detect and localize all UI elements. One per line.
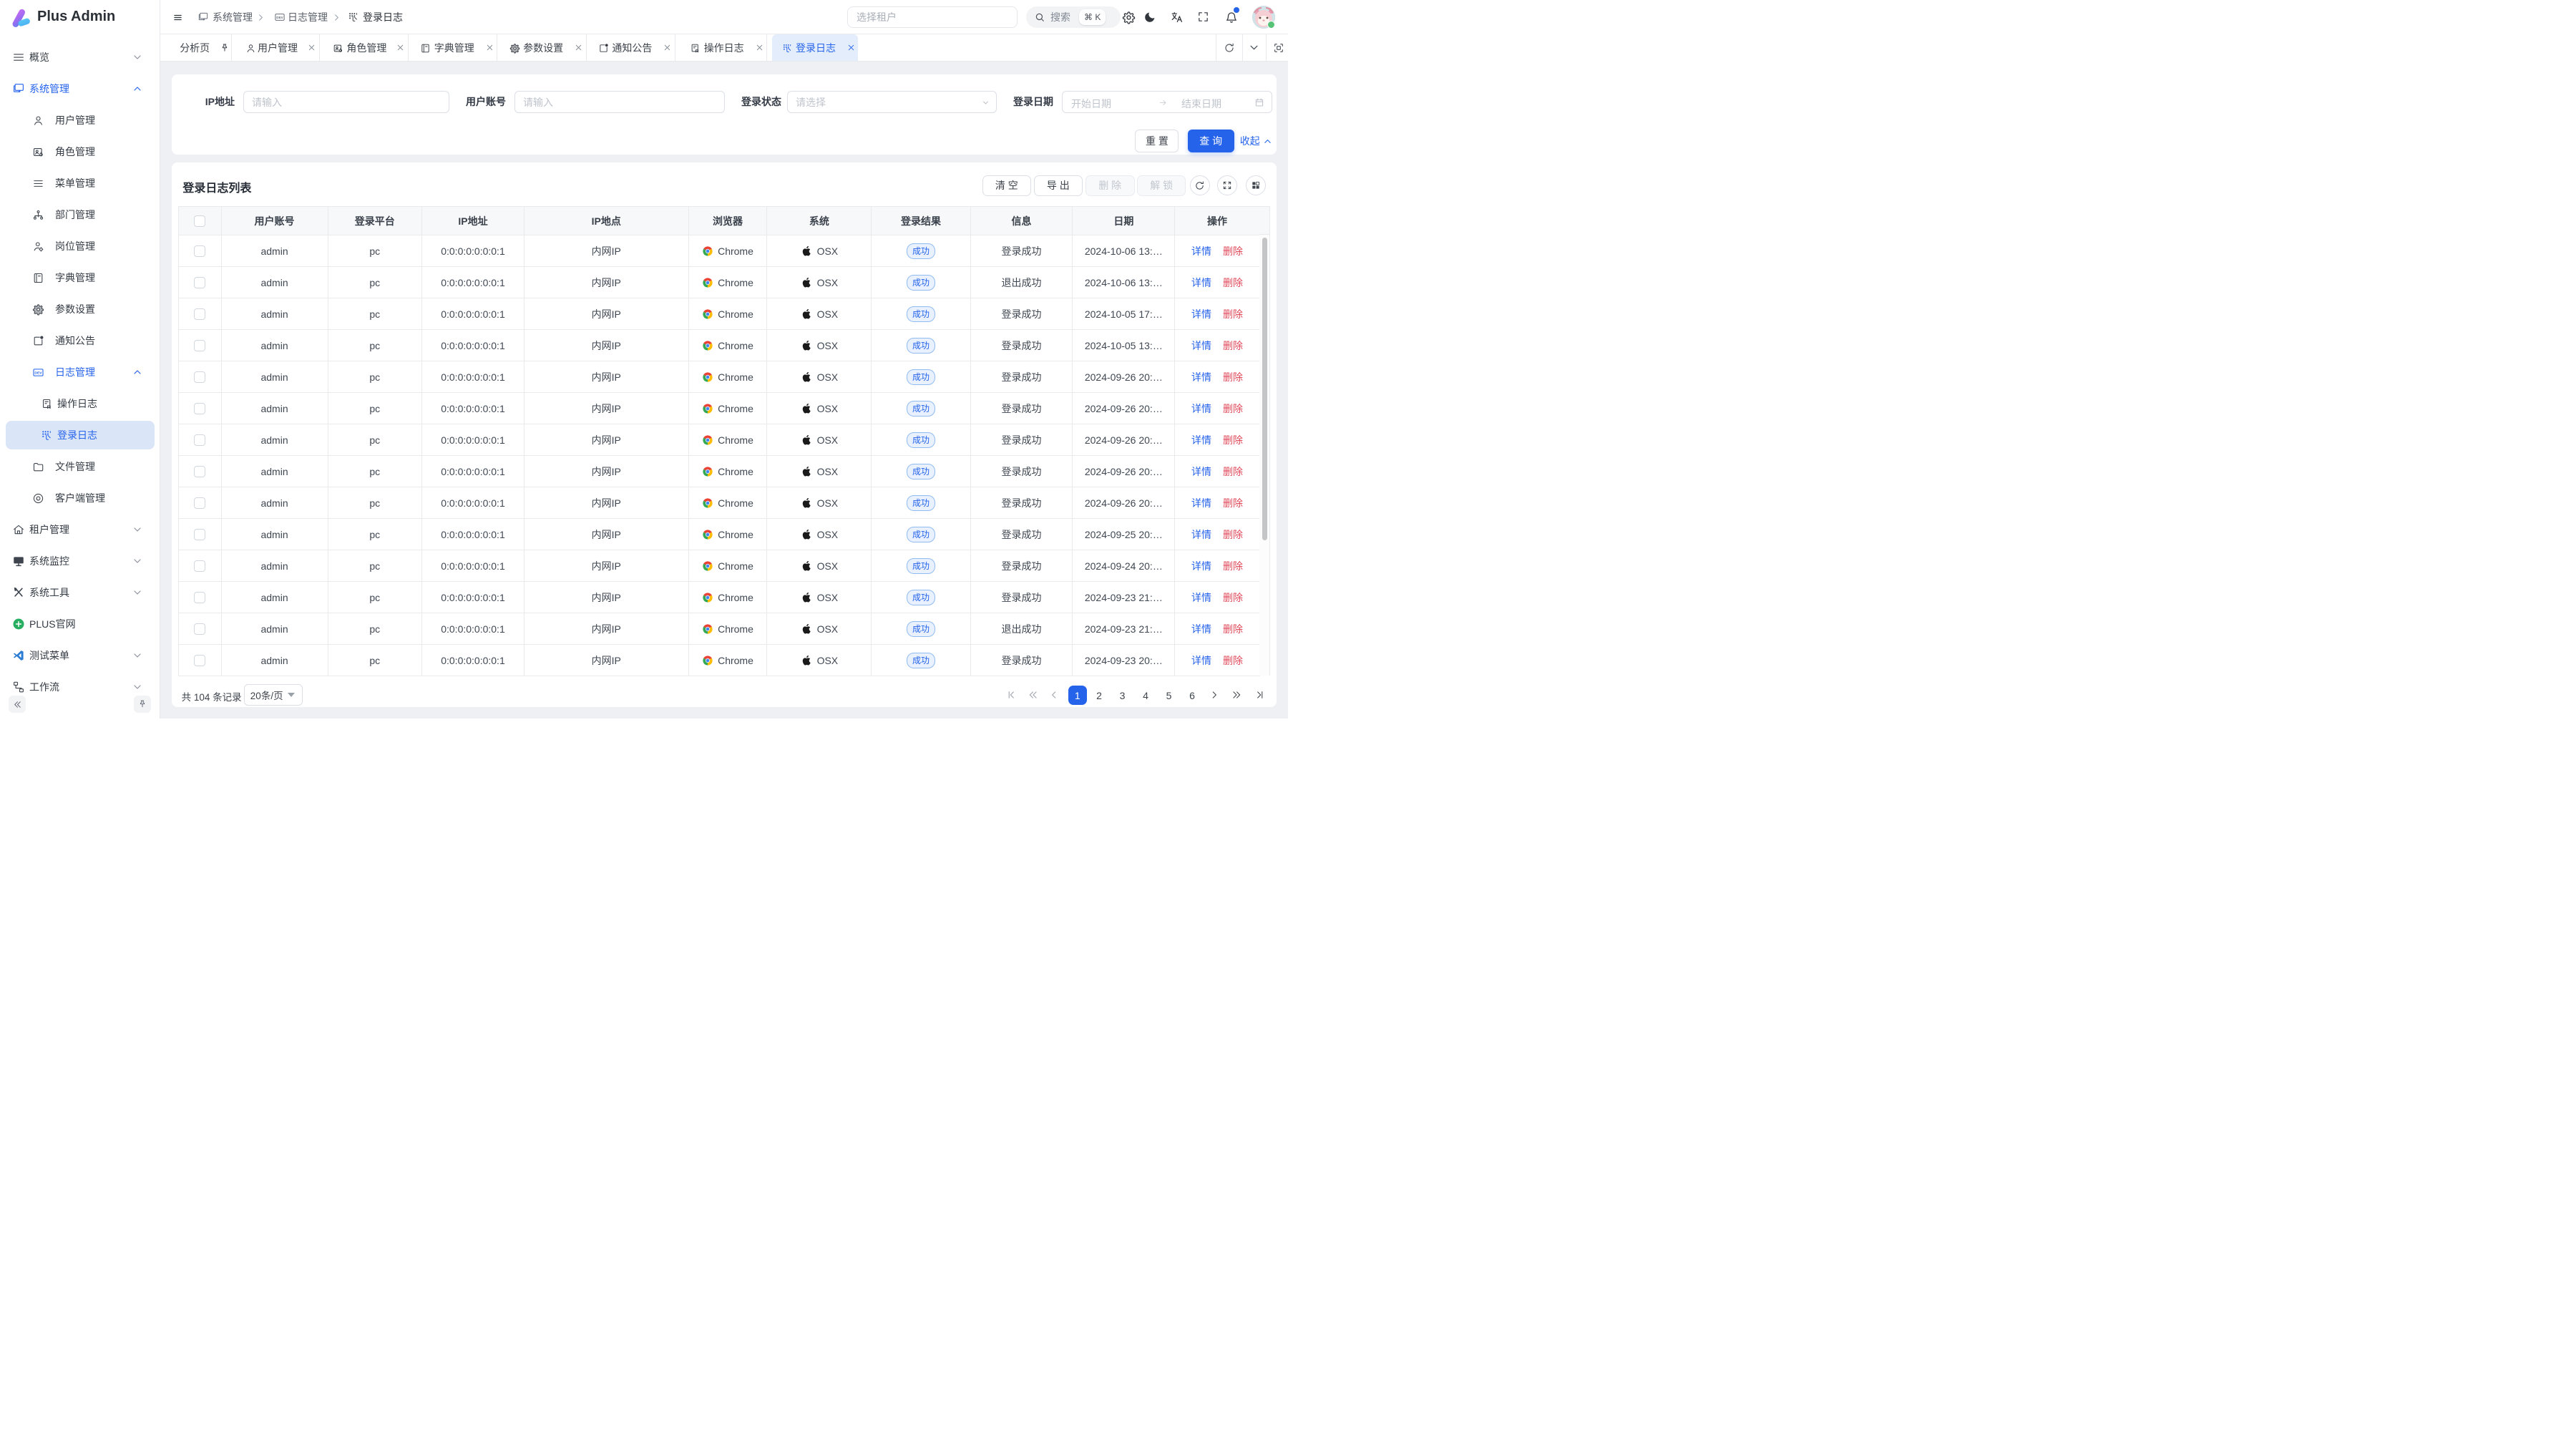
svg-text:DEV: DEV [276,16,283,19]
svg-text:DEV: DEV [34,371,42,375]
